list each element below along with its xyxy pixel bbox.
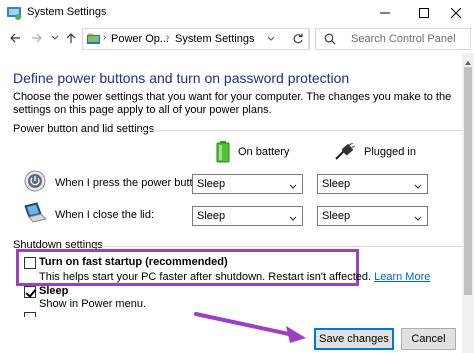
battery-icon — [216, 141, 230, 163]
address-bar[interactable]: › Power Op... › System Settings — [82, 28, 310, 50]
page-title: Define power buttons and turn on passwor… — [13, 70, 350, 86]
close-lid-battery-select[interactable]: Sleep — [192, 206, 303, 226]
on-battery-header: On battery — [216, 141, 289, 163]
on-battery-label: On battery — [238, 146, 290, 158]
learn-more-link[interactable]: Learn More — [374, 271, 430, 283]
close-lid-plugged-select[interactable]: Sleep — [317, 206, 428, 226]
chevron-down-icon — [414, 181, 422, 193]
address-dropdown-icon[interactable] — [267, 33, 275, 45]
sleep-checkbox[interactable] — [24, 286, 36, 298]
search-placeholder: Search Control Panel — [351, 33, 456, 45]
fast-startup-description: This helps start your PC faster after sh… — [39, 271, 431, 283]
partial-checkbox[interactable] — [24, 312, 36, 317]
content-pane: Define power buttons and turn on passwor… — [0, 53, 462, 353]
fast-startup-title: Turn on fast startup (recommended) — [39, 256, 228, 268]
power-plug-icon — [335, 143, 356, 160]
power-button-label: When I press the power button: — [55, 177, 208, 189]
close-lid-label: When I close the lid: — [55, 209, 155, 221]
chevron-down-icon — [289, 181, 297, 193]
save-changes-button[interactable]: Save changes — [314, 328, 394, 350]
title-bar: System Settings — [0, 0, 474, 26]
chevron-down-icon — [289, 213, 297, 225]
laptop-lid-icon — [22, 202, 48, 227]
window-title: System Settings — [27, 6, 107, 18]
refresh-button[interactable] — [287, 28, 309, 50]
plugged-in-header: Plugged in — [334, 143, 416, 161]
breadcrumb-separator-icon: › — [103, 32, 107, 43]
breadcrumb-power-options[interactable]: Power Op... — [111, 33, 169, 45]
forward-arrow-icon[interactable] — [30, 31, 44, 45]
cancel-button[interactable]: Cancel — [401, 328, 456, 350]
power-group-label: Power button and lid settings — [13, 123, 155, 135]
plugged-in-label: Plugged in — [364, 146, 416, 158]
control-panel-folder-icon — [86, 32, 102, 46]
sleep-description: Show in Power menu. — [39, 298, 146, 310]
sleep-title: Sleep — [39, 285, 69, 297]
back-arrow-icon[interactable] — [8, 31, 22, 45]
group-divider — [94, 246, 462, 247]
chevron-down-icon — [414, 213, 422, 225]
refresh-icon — [293, 33, 303, 44]
search-icon — [324, 33, 336, 48]
fast-startup-checkbox[interactable] — [24, 257, 36, 269]
page-description: Choose the power settings that you want … — [13, 91, 452, 116]
up-arrow-icon[interactable] — [64, 31, 78, 45]
breadcrumb-system-settings[interactable]: System Settings — [175, 33, 254, 45]
search-box[interactable]: Search Control Panel — [315, 28, 471, 50]
minimize-button[interactable] — [365, 0, 405, 26]
breadcrumb-separator-icon: › — [166, 32, 170, 43]
system-settings-window: System Settings › Power Op... › System S… — [0, 0, 474, 353]
group-divider — [140, 130, 462, 131]
power-button-plugged-select[interactable]: Sleep — [317, 174, 428, 194]
close-button[interactable] — [436, 0, 474, 26]
vertical-scrollbar[interactable] — [462, 53, 474, 353]
control-panel-icon — [6, 5, 22, 21]
recent-dropdown-icon[interactable] — [48, 31, 62, 45]
power-button-icon — [24, 170, 46, 195]
address-bar-row: › Power Op... › System Settings Search C… — [0, 26, 474, 52]
power-button-battery-select[interactable]: Sleep — [192, 174, 303, 194]
scrollbar-thumb[interactable] — [464, 67, 472, 295]
